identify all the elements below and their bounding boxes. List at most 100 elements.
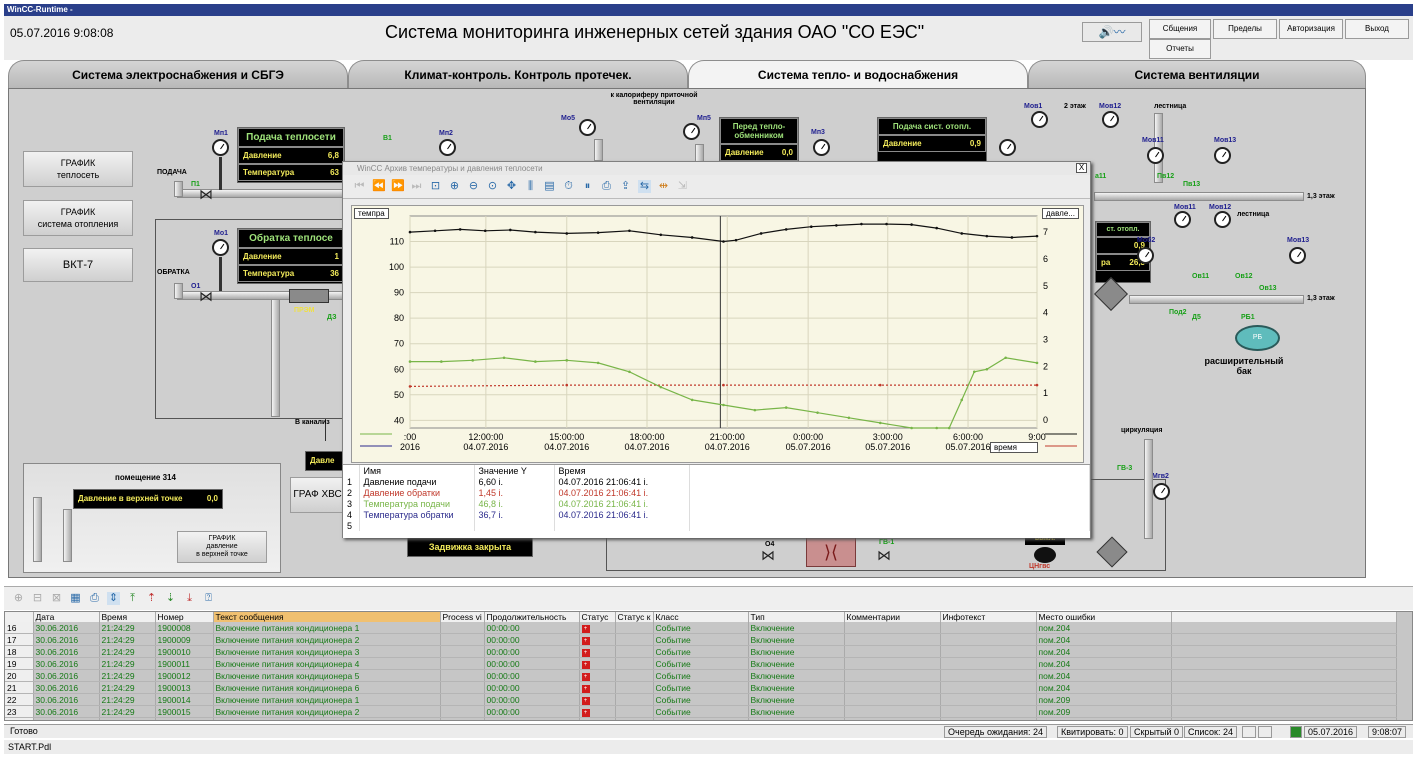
room-title: помещение 314 [115, 473, 176, 482]
table-row[interactable]: 3 Температура подачи 46,8 i. 04.07.2016 21:… [343, 498, 1090, 509]
column-header[interactable]: Тип [748, 612, 845, 622]
data-point [734, 238, 738, 242]
tab-heat-water-supply[interactable]: Система тепло- и водоснабжения [688, 60, 1028, 88]
time-range-icon[interactable]: ⏱ [562, 180, 575, 193]
x-tick-time: 18:00:00 [629, 432, 664, 442]
column-header[interactable]: Process vi [440, 612, 485, 622]
table-row[interactable]: 18 30.06.2016 21:24:29 1900010 Включение пит… [5, 645, 1397, 658]
table-row[interactable]: 4 Температура обратки 36,7 i. 04.07.2016 21… [343, 509, 1090, 520]
column-header[interactable]: Комментарии [844, 612, 941, 622]
tab-climate-control[interactable]: Климат-контроль. Контроль протечек. [348, 60, 688, 88]
table-row[interactable]: 19 30.06.2016 21:24:29 1900011 Включение пит… [5, 657, 1397, 670]
table-row[interactable]: 17 30.06.2016 21:24:29 1900009 Включение пит… [5, 633, 1397, 646]
table-row[interactable]: 1 Давление подачи 6,60 i. 04.07.2016 21:06:… [343, 476, 1090, 487]
status-time: 9:08:07 [1368, 726, 1407, 738]
column-header[interactable]: Статус к [615, 612, 654, 622]
ack-icon[interactable]: ⊕ [12, 592, 25, 605]
table-cell [940, 633, 1037, 646]
table-row[interactable]: 22 30.06.2016 21:24:29 1900014 Включение пит… [5, 693, 1397, 706]
column-header[interactable]: Класс [653, 612, 749, 622]
move-first-icon[interactable]: ⤒ [126, 592, 139, 605]
reports-button[interactable]: Отчеты [1149, 39, 1211, 59]
column-header[interactable]: Дата [33, 612, 100, 622]
group-ack-icon[interactable]: ⊟ [31, 592, 44, 605]
print-icon[interactable]: ⎙ [88, 592, 101, 605]
next-icon[interactable]: ⏩ [391, 180, 405, 193]
column-header[interactable]: Продолжительность [484, 612, 580, 622]
single-ack-icon[interactable]: ⊠ [50, 592, 63, 605]
status-icon: + [581, 685, 590, 693]
table-cell [940, 705, 1037, 718]
table-row[interactable]: 23 30.06.2016 21:24:29 1900015 Включение пит… [5, 705, 1397, 718]
vkt7-button[interactable]: ВКТ-7 [23, 248, 133, 282]
stop-icon[interactable]: ⏸ [581, 180, 594, 193]
export-icon[interactable]: ⇪ [619, 180, 632, 193]
table-header[interactable]: Время [554, 465, 690, 476]
table-row[interactable]: 16 30.06.2016 21:24:29 1900008 Включение пит… [5, 622, 1397, 634]
trend-chart[interactable]: 40 50 60 70 80 90 100 110 0 1 2 3 4 5 6 7:00 2016 12:00:0… [351, 205, 1084, 463]
zoom-area-icon[interactable]: ⊡ [429, 180, 442, 193]
table-row[interactable]: 20 30.06.2016 21:24:29 1900012 Включение пит… [5, 669, 1397, 682]
table-header[interactable]: Значение Y [474, 465, 555, 476]
table-row[interactable]: 5 [343, 520, 1090, 531]
tab-ventilation[interactable]: Система вентиляции [1028, 60, 1366, 88]
alarm-table[interactable]: Дата Время Номер Текст сообщения Process… [4, 611, 1413, 721]
messages-button[interactable]: Сбщения [1149, 19, 1211, 39]
table-row[interactable]: 2 Давление обратки 1,45 i. 04.07.2016 21:06… [343, 487, 1090, 498]
sort-icon[interactable]: ⇕ [107, 592, 120, 605]
limits-button[interactable]: Пределы [1213, 19, 1277, 39]
graph-top-pressure-button[interactable]: ГРАФИК давление в верхней точке [177, 531, 267, 563]
info-icon[interactable]: ⍰ [202, 592, 215, 605]
tag-ov13: Ов13 [1259, 285, 1277, 292]
column-header[interactable]: Статус [579, 612, 616, 622]
move-icon[interactable]: ✥ [505, 180, 518, 193]
data-point [690, 236, 694, 239]
zoom-in-icon[interactable]: ⊕ [448, 180, 461, 193]
column-header[interactable]: Место ошибки [1036, 612, 1172, 622]
ruler-active-icon[interactable]: ⇆ [638, 180, 651, 193]
status-icon: + [581, 625, 590, 633]
gauge-stem [219, 257, 222, 291]
move-up-icon[interactable]: ⇡ [145, 592, 158, 605]
ruler-icon[interactable]: ⫼ [524, 180, 537, 193]
column-header[interactable]: Номер [155, 612, 214, 622]
print-icon[interactable]: ⎙ [600, 180, 613, 193]
table-cell [689, 509, 1090, 520]
table-cell: Включение питания кондиционера 2 [213, 633, 441, 646]
graph-heating-system-button[interactable]: ГРАФИК система отопления [23, 200, 133, 236]
move-down-icon[interactable]: ⇣ [164, 592, 177, 605]
panel-row: Температура 63 [238, 164, 344, 181]
data-point [910, 223, 913, 226]
column-header[interactable]: Время [99, 612, 156, 622]
tab-power-supply[interactable]: Система электроснабжения и СБГЭ [8, 60, 348, 88]
table-row[interactable]: 2401.07.201606:50:221900029Включение ком… [5, 717, 1397, 720]
zoom-time-icon[interactable]: ⊙ [486, 180, 499, 193]
floor2-label: 2 этаж [1064, 103, 1086, 110]
select-data-icon[interactable]: ▤ [543, 180, 556, 193]
column-header[interactable]: Инфотекст [940, 612, 1037, 622]
statistics-icon[interactable]: ⇹ [657, 180, 670, 193]
sound-icon[interactable]: 🔊〰 [1082, 22, 1142, 42]
trend-table: Имя Значение Y Время 1 Давление подачи 6,6… [343, 465, 1090, 531]
exit-button[interactable]: Выход [1345, 19, 1409, 39]
stats-area-icon[interactable]: ⇲ [676, 180, 689, 193]
report-icon[interactable]: ▦ [69, 592, 82, 605]
first-icon[interactable]: ⏮ [353, 180, 366, 193]
graph-heat-network-button[interactable]: ГРАФИК теплосеть [23, 151, 133, 187]
move-last-icon[interactable]: ⤓ [183, 592, 196, 605]
y2-tick-label: 4 [1043, 308, 1048, 318]
valve-icon: ⋈ [761, 547, 775, 563]
prev-icon[interactable]: ⏪ [372, 180, 386, 193]
authorization-button[interactable]: Авторизация [1279, 19, 1343, 39]
table-row[interactable]: 21 30.06.2016 21:24:29 1900013 Включение пит… [5, 681, 1397, 694]
table-header[interactable]: Имя [359, 465, 475, 476]
table-cell: + [579, 681, 616, 694]
graph-xvs-button[interactable]: ГРАФ ХВС [290, 477, 345, 513]
last-icon[interactable]: ⏭ [410, 180, 423, 193]
column-header[interactable]: Текст сообщения [213, 612, 441, 622]
close-button[interactable]: X [1076, 163, 1087, 173]
zoom-out-icon[interactable]: ⊖ [467, 180, 480, 193]
gauge-icon [683, 123, 700, 140]
pump-icon[interactable] [1034, 547, 1056, 563]
table-cell [844, 633, 941, 646]
